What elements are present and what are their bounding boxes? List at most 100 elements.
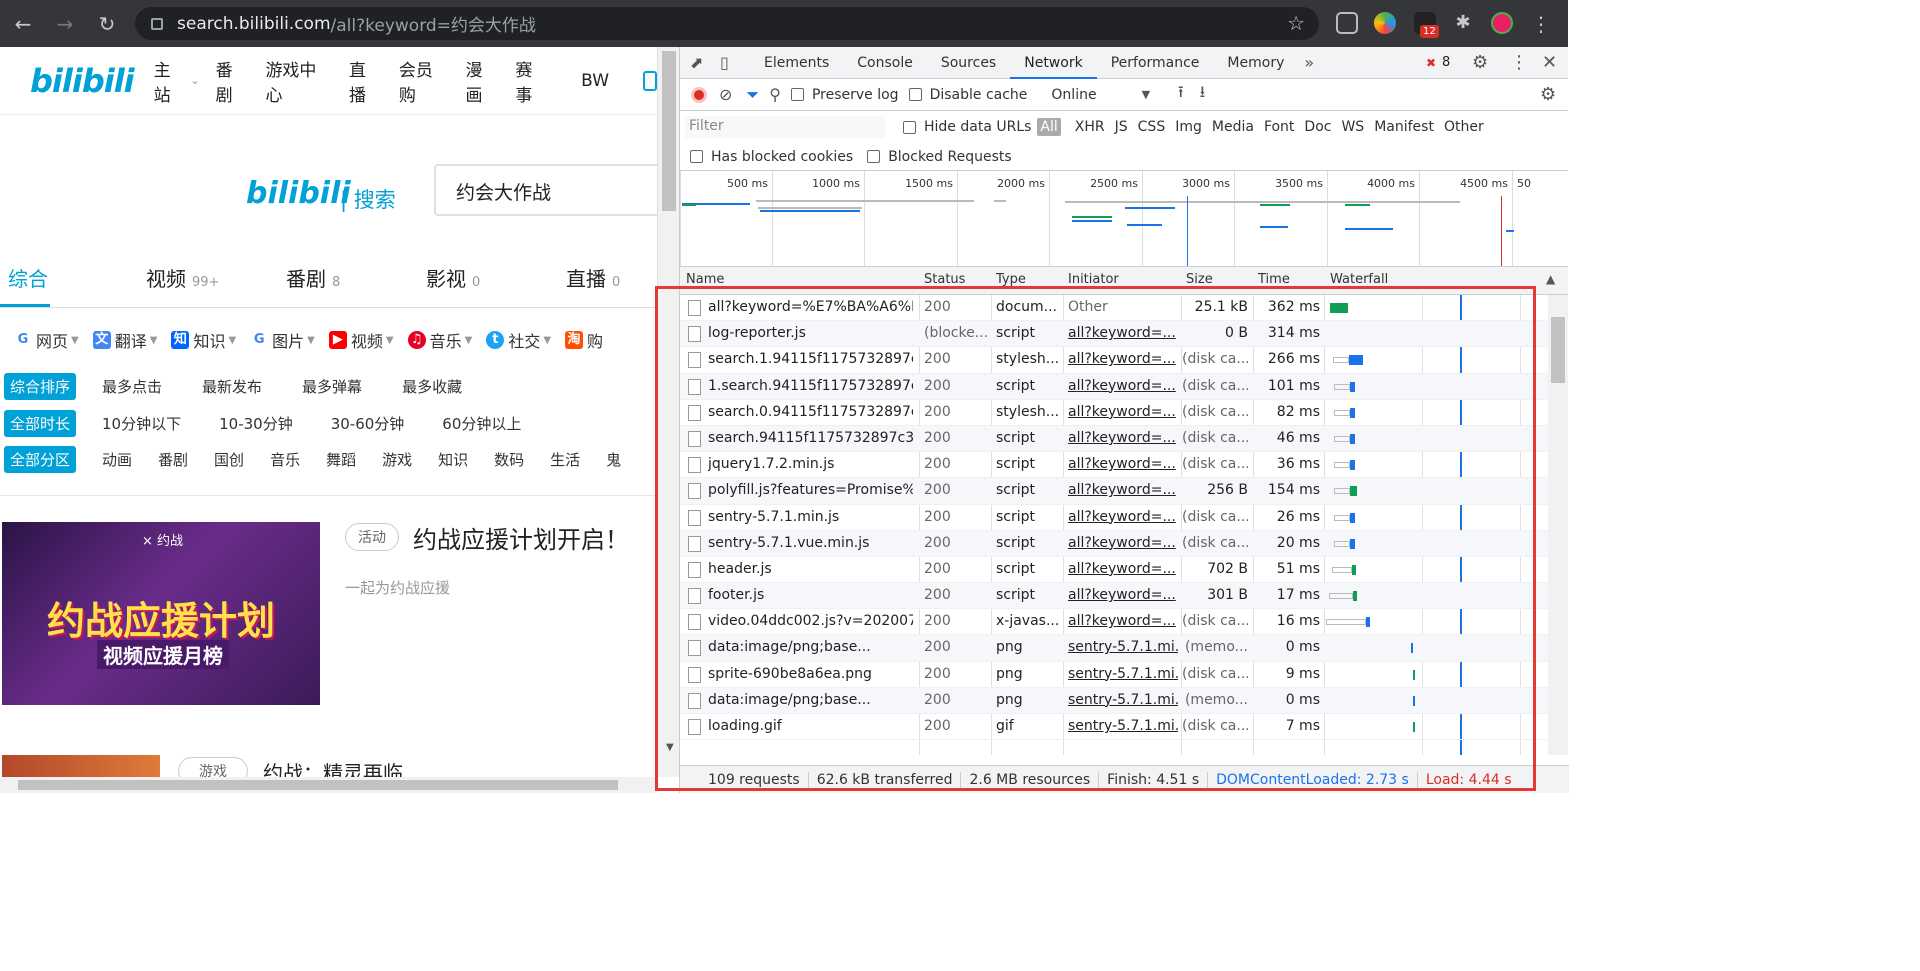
table-row[interactable]: jquery1.7.2.min.js 200 script all?keyword=.… (680, 452, 1568, 479)
type-filter-doc[interactable]: Doc (1304, 119, 1331, 135)
activity-title[interactable]: 约战应援计划开启！ (413, 520, 629, 555)
filter-option[interactable]: 10-30分钟 (219, 413, 293, 434)
table-scrollbar[interactable] (1548, 295, 1568, 755)
search-icon[interactable]: ⚲ (769, 85, 781, 104)
game-title[interactable]: 约战：精灵再临 (263, 757, 403, 777)
request-initiator[interactable]: all?keyword=... (1068, 325, 1178, 341)
engine-video[interactable]: ▶ 视频 ▼ (328, 325, 394, 355)
request-initiator[interactable]: sentry-5.7.1.mi... (1068, 639, 1178, 655)
filter-option[interactable]: 国创 (214, 449, 244, 470)
type-filter-font[interactable]: Font (1264, 119, 1294, 135)
request-initiator[interactable]: all?keyword=... (1068, 561, 1178, 577)
filter-option[interactable]: 鬼 (606, 449, 621, 470)
request-initiator[interactable]: sentry-5.7.1.mi... (1068, 718, 1178, 734)
nav-live[interactable]: 直播 (349, 56, 383, 106)
nav-bw[interactable]: BW (581, 71, 609, 91)
filter-option[interactable]: 最多收藏 (402, 376, 462, 397)
table-row[interactable]: search.1.94115f1175732897c... 200 stylesh.… (680, 347, 1568, 374)
throttle-select[interactable]: Online (1051, 87, 1096, 103)
table-row[interactable]: polyfill.js?features=Promise%... 200 scrip… (680, 478, 1568, 505)
table-row[interactable]: data:image/png;base... 200 png sentry-5.7.1… (680, 635, 1568, 662)
forward-icon[interactable]: → (46, 5, 84, 43)
type-filter-xhr[interactable]: XHR (1075, 119, 1105, 135)
engine-zhihu[interactable]: 知知识 ▼ (171, 325, 236, 355)
col-time[interactable]: Time (1258, 272, 1290, 287)
type-filter-other[interactable]: Other (1444, 119, 1484, 135)
timeline-overview[interactable]: 500 ms 1000 ms 1500 ms 2000 ms 2500 ms 3… (680, 171, 1568, 267)
nav-manga[interactable]: 漫画 (466, 56, 500, 106)
inspect-icon[interactable]: ⬈ (690, 53, 720, 72)
device-toolbar-icon[interactable]: ▯ (720, 53, 750, 72)
col-waterfall[interactable]: Waterfall (1330, 272, 1388, 287)
filter-option[interactable]: 最多弹幕 (302, 376, 362, 397)
table-row[interactable]: search.94115f1175732897c38... 200 script al… (680, 425, 1568, 453)
col-status[interactable]: Status (924, 272, 965, 287)
request-initiator[interactable]: all?keyword=... (1068, 535, 1178, 551)
nav-game-center[interactable]: 游戏中心 (265, 56, 333, 106)
tab-sources[interactable]: Sources (927, 47, 1010, 79)
extension-icon[interactable] (1336, 12, 1358, 34)
activity-banner[interactable]: × 约战 约战应援计划 视频应援月榜 (2, 522, 320, 705)
type-filter-manifest[interactable]: Manifest (1374, 119, 1434, 135)
table-row[interactable]: sentry-5.7.1.min.js 200 script all?keyword=… (680, 505, 1568, 531)
tab-memory[interactable]: Memory (1213, 47, 1298, 79)
hide-data-urls-checkbox[interactable] (903, 120, 916, 134)
table-row[interactable]: all?keyword=%E7%BA%A6%E... 200 docum... Oth… (680, 295, 1568, 322)
type-filter-ws[interactable]: WS (1341, 119, 1364, 135)
kebab-menu-icon[interactable]: ⋮ (1510, 52, 1528, 73)
engine-shop[interactable]: 淘购 (565, 325, 603, 355)
engine-image[interactable]: G 图片 ▼ (250, 325, 315, 355)
avatar[interactable] (1491, 12, 1513, 34)
nav-mall[interactable]: 会员购 (399, 56, 450, 106)
record-icon[interactable] (691, 86, 707, 103)
export-icon[interactable]: ⭳ (1200, 81, 1206, 108)
filter-input[interactable]: Filter (685, 116, 885, 138)
filter-chip-zone[interactable]: 全部分区 (4, 445, 77, 473)
filter-option[interactable]: 游戏 (382, 449, 412, 470)
color-extension-icon[interactable] (1374, 12, 1396, 34)
page-scrollbar[interactable] (657, 47, 679, 777)
col-type[interactable]: Type (996, 272, 1026, 287)
request-initiator[interactable]: all?keyword=... (1068, 456, 1178, 472)
request-initiator[interactable]: all?keyword=... (1068, 404, 1178, 420)
scrollbar-thumb[interactable] (662, 51, 676, 211)
type-filter-js[interactable]: JS (1115, 119, 1128, 135)
tab-all[interactable]: 综合 (8, 263, 48, 292)
more-tabs-icon[interactable]: » (1304, 53, 1314, 72)
filter-option[interactable]: 数码 (494, 449, 524, 470)
type-filter-media[interactable]: Media (1212, 119, 1254, 135)
bilibili-logo[interactable]: bilibili (30, 62, 135, 100)
table-row[interactable]: video.04ddc002.js?v=20200727 200 x-javas..… (680, 609, 1568, 636)
filter-option[interactable]: 动画 (102, 449, 132, 470)
tab-video[interactable]: 视频 99+ (146, 263, 219, 292)
game-banner[interactable] (2, 755, 160, 777)
request-initiator[interactable]: Other (1068, 299, 1178, 315)
blocked-cookies-checkbox[interactable] (690, 150, 703, 163)
table-row[interactable]: data:image/png;base... 200 png sentry-5.7.1… (680, 687, 1568, 714)
bookmark-star-icon[interactable]: ☆ (1287, 11, 1305, 35)
tab-elements[interactable]: Elements (750, 47, 843, 79)
filter-chip-sort[interactable]: 综合排序 (4, 372, 77, 400)
filter-option[interactable]: 生活 (550, 449, 580, 470)
filter-option[interactable]: 知识 (438, 449, 468, 470)
filter-chip-duration[interactable]: 全部时长 (4, 409, 77, 437)
col-initiator[interactable]: Initiator (1068, 272, 1119, 287)
preserve-log-checkbox[interactable] (790, 88, 804, 101)
engine-web[interactable]: G 网页 ▼ (14, 325, 79, 355)
tab-performance[interactable]: Performance (1097, 47, 1214, 79)
search-input[interactable]: 约会大作战 (434, 164, 657, 216)
clear-icon[interactable]: ⊘ (719, 85, 732, 104)
scrollbar-thumb[interactable] (18, 780, 618, 790)
mobile-icon[interactable] (643, 70, 657, 91)
tab-bangumi[interactable]: 番剧 8 (286, 263, 340, 292)
filter-option[interactable]: 10分钟以下 (102, 413, 181, 434)
table-row[interactable]: 1.search.94115f1175732897c... 200 script al… (680, 373, 1568, 400)
nav-bangumi[interactable]: 番剧 (216, 56, 250, 106)
table-row[interactable]: log-reporter.js (blocke... script all?keywo… (680, 321, 1568, 348)
table-row[interactable]: footer.js 200 script all?keyword=... 301 B 17… (680, 583, 1568, 610)
nav-match[interactable]: 赛事 (515, 56, 549, 106)
request-initiator[interactable]: sentry-5.7.1.mi... (1068, 692, 1178, 708)
type-filter-img[interactable]: Img (1175, 119, 1202, 135)
table-row[interactable]: sentry-5.7.1.vue.min.js 200 script all?keyw… (680, 530, 1568, 557)
filter-option[interactable]: 番剧 (158, 449, 188, 470)
